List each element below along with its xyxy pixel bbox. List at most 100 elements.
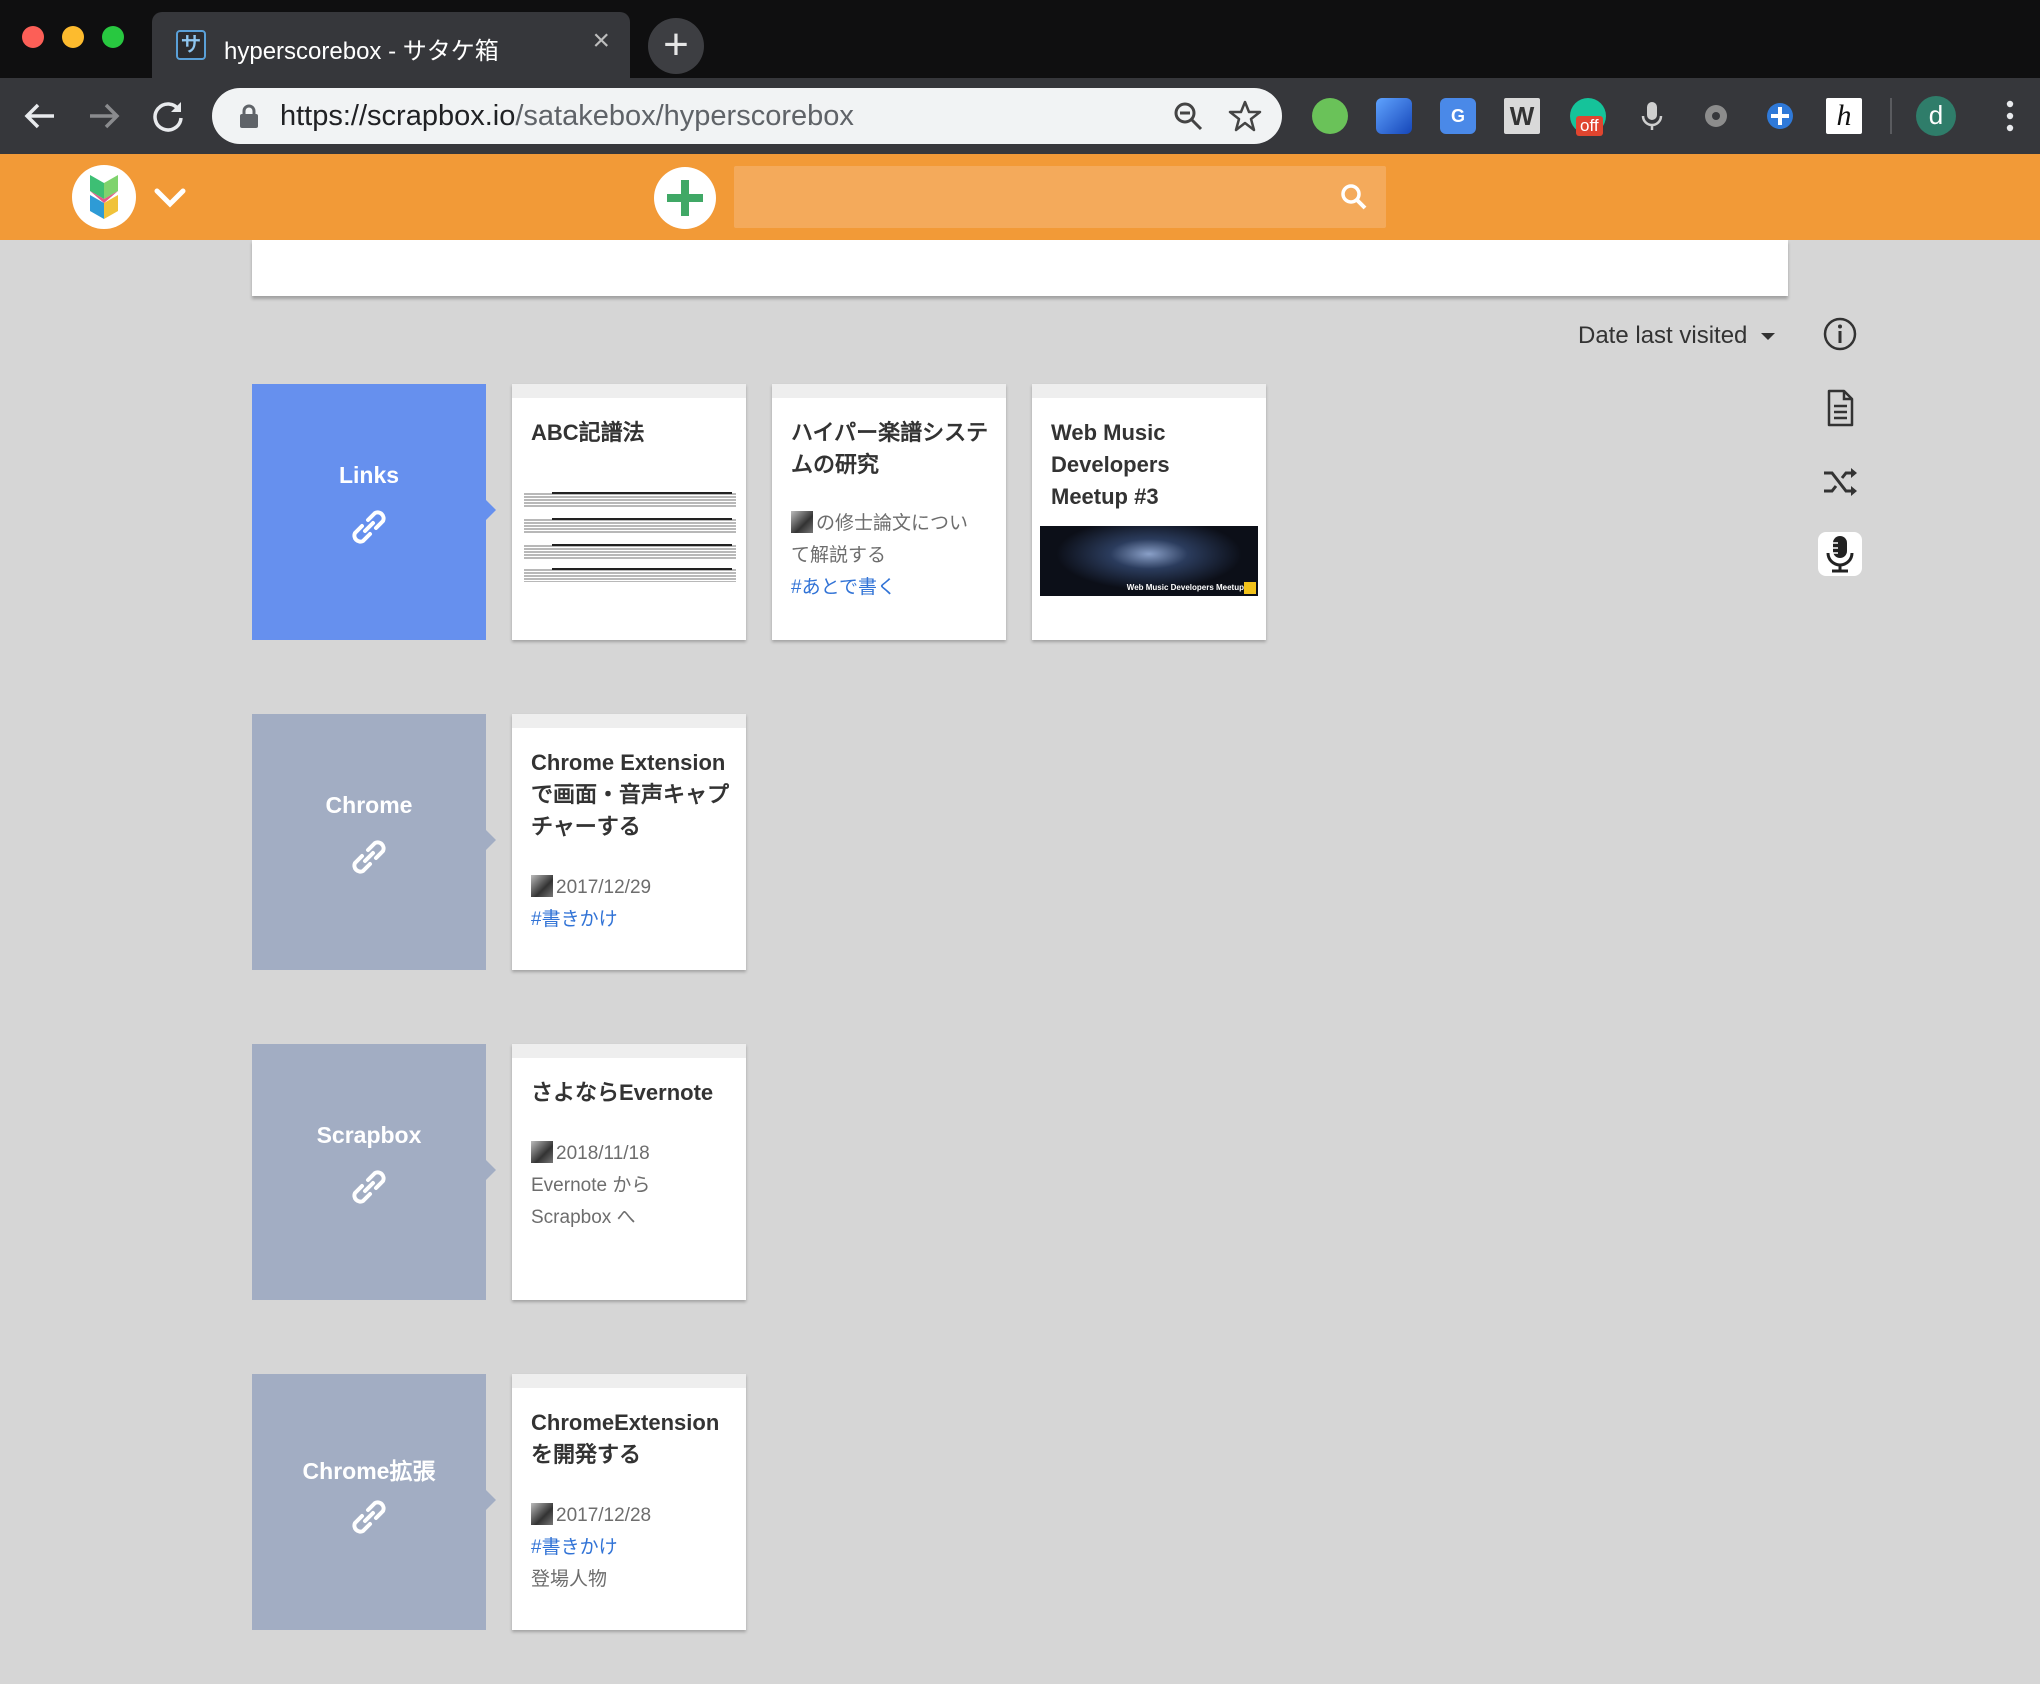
zoom-icon[interactable] bbox=[1172, 100, 1204, 132]
document-icon[interactable] bbox=[1818, 386, 1862, 430]
info-icon[interactable] bbox=[1818, 312, 1862, 356]
group-title: Chrome bbox=[325, 792, 413, 818]
bookmark-star-icon[interactable] bbox=[1228, 99, 1262, 133]
maximize-window-button[interactable] bbox=[102, 26, 124, 48]
group-arrow bbox=[486, 1160, 496, 1180]
chevron-down-icon[interactable] bbox=[152, 182, 188, 212]
microphone-icon[interactable] bbox=[1818, 532, 1862, 576]
url-host: https://scrapbox.io bbox=[280, 100, 516, 132]
dots-ext-icon[interactable] bbox=[1698, 98, 1734, 134]
link-icon bbox=[352, 840, 386, 874]
card-date: 2018/11/18 bbox=[556, 1143, 650, 1164]
page-card[interactable]: ChromeExtensionを開発する 2017/12/28 #書きかけ 登場… bbox=[512, 1374, 746, 1630]
group-title: Links bbox=[338, 462, 400, 488]
shuffle-icon[interactable] bbox=[1818, 460, 1862, 504]
group-title: Scrapbox bbox=[316, 1122, 422, 1148]
page-card[interactable]: ハイパー楽譜システムの研究 の修士論文につい て解説する #あとで書く bbox=[772, 384, 1006, 640]
favicon-icon: サ bbox=[176, 30, 206, 60]
browser-tab[interactable]: サ hyperscorebox - サタケ箱 × bbox=[152, 12, 630, 78]
grammar-off-icon[interactable]: off bbox=[1570, 98, 1606, 136]
card-date: 2017/12/28 bbox=[556, 1505, 652, 1526]
author-avatar bbox=[531, 875, 553, 897]
tab-title: hyperscorebox - サタケ箱 bbox=[224, 38, 499, 65]
card-title: さよならEvernote bbox=[531, 1080, 714, 1105]
reload-icon[interactable] bbox=[144, 92, 192, 140]
card-description-line: Evernote から bbox=[531, 1175, 651, 1196]
plus-icon bbox=[667, 180, 703, 216]
card-title: ハイパー楽譜システムの研究 bbox=[791, 420, 989, 477]
browser-titlebar: サ hyperscorebox - サタケ箱 × + bbox=[0, 0, 2040, 78]
card-description-line: の修士論文につい bbox=[791, 508, 996, 540]
author-avatar bbox=[791, 511, 813, 533]
google-translate-icon[interactable]: G bbox=[1440, 98, 1476, 134]
card-description-line: 登場人物 bbox=[531, 1569, 608, 1590]
evernote-icon[interactable] bbox=[1312, 98, 1348, 134]
card-text: の修士論文につい bbox=[816, 513, 969, 534]
address-bar[interactable]: https://scrapbox.io/satakebox/hyperscore… bbox=[212, 88, 1282, 144]
project-logo[interactable] bbox=[72, 165, 136, 229]
url-text: https://scrapbox.io/satakebox/hyperscore… bbox=[280, 100, 854, 133]
related-group-chrome-extension[interactable]: Chrome拡張 bbox=[252, 1374, 496, 1630]
link-icon bbox=[352, 1500, 386, 1534]
blue-ext-icon[interactable] bbox=[1376, 98, 1412, 134]
sort-dropdown[interactable]: Date last visited bbox=[1578, 322, 1776, 350]
page-card[interactable]: Chrome Extensionで画面・音声キャプチャーする 2017/12/2… bbox=[512, 714, 746, 970]
concert-photo-thumbnail: Web Music Developers Meetup bbox=[1040, 526, 1258, 596]
group-title: Chrome拡張 bbox=[302, 1458, 436, 1484]
page-card-bottom bbox=[252, 240, 1788, 296]
card-title: ChromeExtensionを開発する bbox=[531, 1410, 720, 1467]
close-tab-icon[interactable]: × bbox=[592, 26, 610, 56]
group-arrow bbox=[486, 830, 496, 850]
link-icon bbox=[352, 1170, 386, 1204]
url-path: /satakebox/hyperscorebox bbox=[515, 100, 854, 132]
related-group-links[interactable]: Links bbox=[252, 384, 496, 640]
card-description-line: て解説する bbox=[791, 545, 887, 566]
card-date: 2017/12/29 bbox=[556, 877, 652, 898]
hashtag-link[interactable]: #あとで書く bbox=[791, 572, 996, 604]
author-avatar bbox=[531, 1503, 553, 1525]
caret-down-icon bbox=[1761, 333, 1776, 341]
scrapbox-header bbox=[0, 154, 2040, 240]
browser-toolbar: https://scrapbox.io/satakebox/hyperscore… bbox=[0, 78, 2040, 154]
card-date-line: 2018/11/18 bbox=[531, 1138, 736, 1170]
minimize-window-button[interactable] bbox=[62, 26, 84, 48]
mic-ext-icon[interactable] bbox=[1634, 98, 1670, 134]
page-card[interactable]: ABC記譜法 bbox=[512, 384, 746, 640]
card-date-line: 2017/12/29 bbox=[531, 872, 736, 904]
search-input[interactable] bbox=[734, 166, 1386, 228]
w-ext-icon[interactable]: W bbox=[1504, 98, 1540, 134]
hashtag-link[interactable]: #書きかけ bbox=[531, 904, 736, 936]
sheet-music-thumbnail bbox=[522, 462, 738, 582]
forward-arrow-icon[interactable] bbox=[80, 92, 128, 140]
extension-badge: off bbox=[1576, 116, 1603, 136]
menu-dots-icon[interactable] bbox=[2006, 98, 2014, 134]
card-date-line: 2017/12/28 bbox=[531, 1500, 736, 1532]
group-arrow bbox=[486, 1490, 496, 1510]
back-arrow-icon[interactable] bbox=[16, 92, 64, 140]
hashtag-link[interactable]: #書きかけ bbox=[531, 1532, 736, 1564]
puzzle-ext-icon[interactable] bbox=[1762, 98, 1798, 134]
search-icon[interactable] bbox=[1340, 183, 1368, 211]
related-group-chrome[interactable]: Chrome bbox=[252, 714, 496, 970]
close-window-button[interactable] bbox=[22, 26, 44, 48]
group-arrow bbox=[486, 500, 496, 520]
page-card[interactable]: さよならEvernote 2018/11/18 Evernote から Scra… bbox=[512, 1044, 746, 1300]
sort-label: Date last visited bbox=[1578, 322, 1748, 349]
photo-caption: Web Music Developers Meetup bbox=[1126, 583, 1244, 592]
card-title: ABC記譜法 bbox=[531, 420, 645, 445]
hypothesis-icon[interactable]: h bbox=[1826, 98, 1862, 134]
new-tab-button[interactable]: + bbox=[648, 18, 704, 74]
profile-avatar[interactable]: d bbox=[1916, 96, 1956, 136]
related-group-scrapbox[interactable]: Scrapbox bbox=[252, 1044, 496, 1300]
card-title: Chrome Extensionで画面・音声キャプチャーする bbox=[531, 750, 730, 839]
author-avatar bbox=[531, 1141, 553, 1163]
new-page-button[interactable] bbox=[654, 167, 716, 229]
page-card[interactable]: Web Music Developers Meetup #3 Web Music… bbox=[1032, 384, 1266, 640]
toolbar-separator bbox=[1890, 98, 1892, 134]
photo-badge bbox=[1244, 582, 1256, 594]
lock-icon bbox=[240, 104, 258, 128]
card-description-line: Scrapbox へ bbox=[531, 1207, 636, 1228]
card-title: Web Music Developers Meetup #3 bbox=[1051, 420, 1170, 509]
scrapbox-logo-icon bbox=[90, 175, 118, 219]
link-icon bbox=[352, 510, 386, 544]
